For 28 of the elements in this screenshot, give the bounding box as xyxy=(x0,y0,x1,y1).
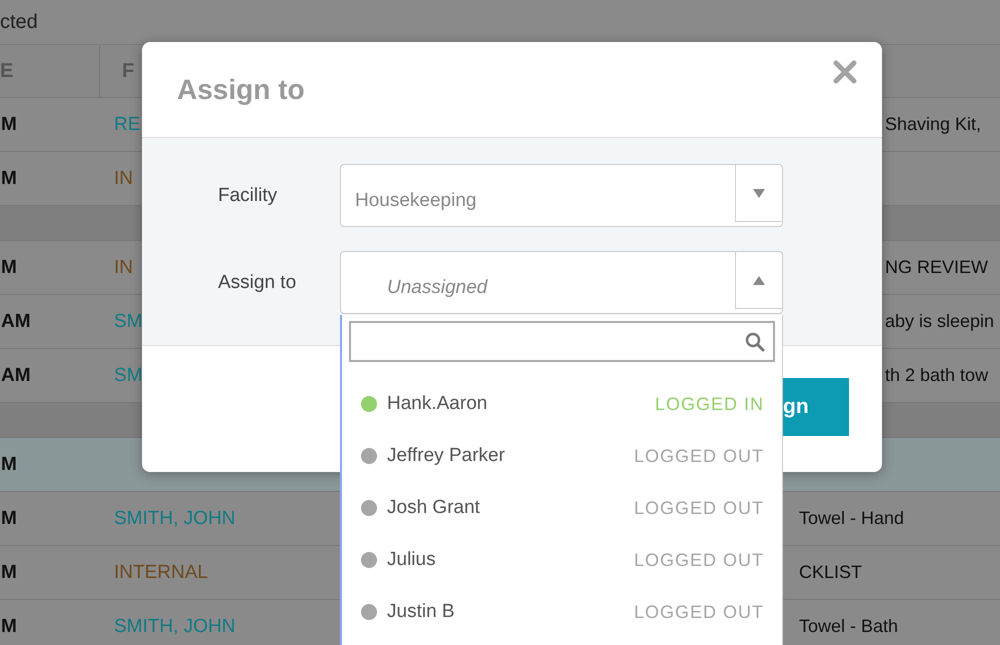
selection-text: cted xyxy=(0,10,38,34)
table-cell: RE xyxy=(114,114,140,136)
table-cell: SMITH, JOHN xyxy=(114,616,236,638)
table-cell: aby is sleepin xyxy=(885,311,994,332)
table-cell: th 2 bath tow xyxy=(885,365,988,386)
table-cell: AM xyxy=(1,364,31,386)
table-cell: M xyxy=(1,168,17,190)
table-cell: INTERNAL xyxy=(114,562,208,584)
table-cell: Shaving Kit, xyxy=(885,114,982,135)
table-cell: M xyxy=(1,562,17,584)
table-cell: SM xyxy=(114,310,142,332)
table-cell: SM xyxy=(114,364,142,386)
table-cell: IN xyxy=(114,256,133,278)
table-cell: M xyxy=(1,454,17,476)
table-cell: Towel - Hand xyxy=(799,508,904,529)
table-cell: M xyxy=(1,508,17,530)
table-cell: IN xyxy=(114,168,133,190)
table-cell: NG REVIEW xyxy=(885,257,988,278)
field-label: Assign to xyxy=(218,272,298,294)
dialog-title: Assign to xyxy=(177,74,305,106)
table-cell: Towel - Bath xyxy=(799,616,898,637)
table-cell: SMITH, JOHN xyxy=(114,508,236,530)
table-cell: M xyxy=(1,616,17,638)
table-cell: M xyxy=(1,114,17,136)
field-label: Facility xyxy=(218,184,278,206)
table-cell: AM xyxy=(1,310,31,332)
table-cell: M xyxy=(1,256,17,278)
table-cell: CKLIST xyxy=(799,562,862,583)
